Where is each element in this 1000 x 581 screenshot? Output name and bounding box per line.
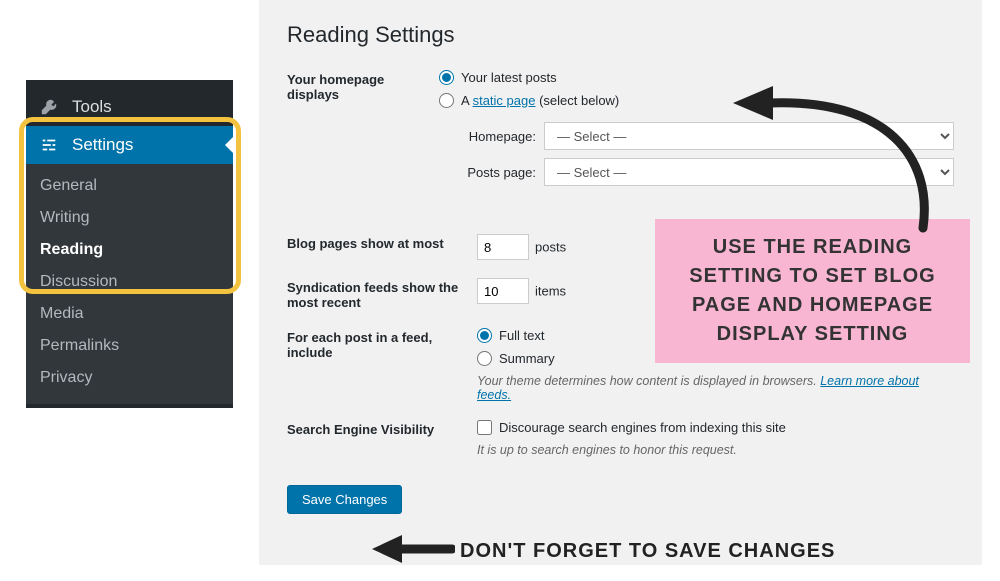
submenu-writing[interactable]: Writing: [26, 202, 233, 234]
arrow-curved-icon: [718, 78, 938, 238]
submenu-privacy[interactable]: Privacy: [26, 362, 233, 394]
wrench-icon: [40, 98, 62, 116]
sidebar-item-settings[interactable]: Settings: [26, 126, 233, 164]
submenu-media[interactable]: Media: [26, 298, 233, 330]
label-feed-content: For each post in a feed, include: [287, 328, 477, 360]
save-changes-button[interactable]: Save Changes: [287, 485, 402, 514]
radio-static-page[interactable]: [439, 93, 454, 108]
settings-submenu: General Writing Reading Discussion Media…: [26, 164, 233, 404]
callout-save-changes: DON'T FORGET TO SAVE CHANGES: [460, 540, 835, 563]
blog-pages-input[interactable]: [477, 234, 529, 260]
admin-sidebar: Tools Settings General Writing Reading D…: [26, 80, 233, 408]
radio-latest-posts[interactable]: [439, 70, 454, 85]
submenu-general[interactable]: General: [26, 170, 233, 202]
sidebar-item-label: Tools: [72, 97, 112, 117]
label-blog-pages: Blog pages show at most: [287, 234, 477, 251]
label-homepage-displays: Your homepage displays: [287, 70, 439, 102]
feed-hint: Your theme determines how content is dis…: [477, 374, 954, 402]
arrow-left-icon: [370, 532, 455, 566]
label-postspage-select: Posts page:: [439, 165, 544, 180]
radio-latest-posts-label: Your latest posts: [461, 70, 557, 85]
radio-summary[interactable]: [477, 351, 492, 366]
radio-full-text-label: Full text: [499, 328, 545, 343]
callout-reading-setting: USE THE READING SETTING TO SET BLOG PAGE…: [655, 219, 970, 363]
static-page-link[interactable]: static page: [473, 93, 536, 108]
search-hint: It is up to search engines to honor this…: [477, 443, 954, 457]
syndication-unit: items: [535, 284, 566, 299]
radio-static-page-label: A static page (select below): [461, 93, 619, 108]
syndication-input[interactable]: [477, 278, 529, 304]
blog-pages-unit: posts: [535, 240, 566, 255]
radio-full-text[interactable]: [477, 328, 492, 343]
page-title: Reading Settings: [287, 22, 954, 48]
submenu-discussion[interactable]: Discussion: [26, 266, 233, 298]
sidebar-item-tools[interactable]: Tools: [26, 88, 233, 126]
sidebar-item-label: Settings: [72, 135, 133, 155]
sliders-icon: [40, 136, 62, 154]
submenu-reading[interactable]: Reading: [26, 234, 233, 266]
label-search-visibility: Search Engine Visibility: [287, 420, 477, 437]
label-syndication: Syndication feeds show the most recent: [287, 278, 477, 310]
radio-summary-label: Summary: [499, 351, 555, 366]
submenu-permalinks[interactable]: Permalinks: [26, 330, 233, 362]
checkbox-discourage-search[interactable]: [477, 420, 492, 435]
label-homepage-select: Homepage:: [439, 129, 544, 144]
checkbox-discourage-label: Discourage search engines from indexing …: [499, 420, 786, 435]
